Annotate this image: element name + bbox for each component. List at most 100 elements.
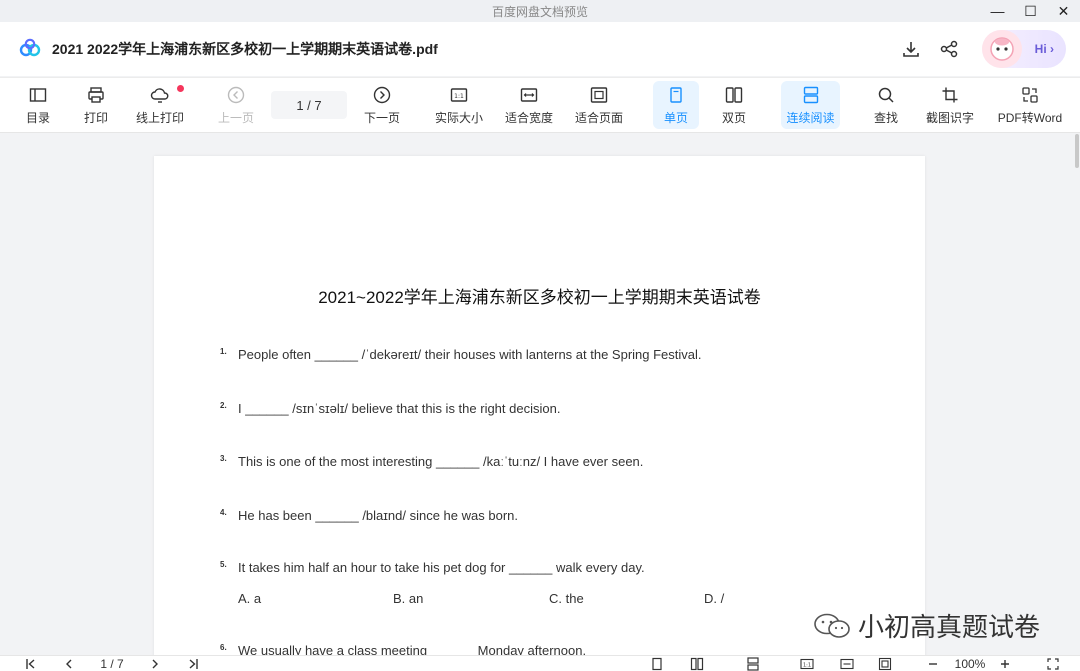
continuous-reading-button[interactable]: 连续阅读 [781,81,840,129]
pdf-to-word-label: PDF转Word [997,110,1063,125]
actual-size-icon: 1:1 [800,658,814,670]
zoom-in-button[interactable] [996,656,1014,671]
first-page-button[interactable] [22,656,40,671]
page-number-input[interactable]: 1 / 7 [271,91,347,119]
fit-width-icon [520,87,538,102]
find-button[interactable]: 查找 [866,81,906,129]
prev-page-label: 上一页 [217,110,254,125]
wechat-icon [814,613,850,638]
single-page-icon [652,657,662,671]
fit-width-button[interactable]: 适合宽度 [502,81,556,129]
assistant-button[interactable]: Hi › [982,30,1066,68]
chevron-right-icon: › [1046,42,1054,56]
continuous-reading-icon [747,657,759,671]
double-page-label: 双页 [721,110,746,125]
document-header: 2021 2022学年上海浦东新区多校初一上学期期末英语试卷.pdf Hi › [0,22,1080,76]
last-page-button[interactable] [184,656,202,671]
assistant-avatar-icon [982,30,1022,68]
question-number: 1. [220,347,227,356]
single-page-bottom-button[interactable] [648,656,666,671]
question-item: 5. It takes him half an hour to take his … [220,560,645,575]
notification-dot [177,85,184,92]
printer-icon [88,86,104,103]
question-number: 4. [220,508,227,517]
ocr-label: 截图识字 [925,110,974,125]
toc-icon [29,87,47,102]
actual-size-button[interactable]: 1:1 实际大小 [432,81,486,129]
ocr-button[interactable]: 截图识字 [922,81,978,129]
online-print-label: 线上打印 [135,110,184,125]
download-icon [903,42,919,57]
next-page-label: 下一页 [363,110,400,125]
search-icon [878,87,894,103]
fit-page-label: 适合页面 [574,110,623,125]
share-button[interactable] [930,28,968,70]
single-page-icon [670,86,682,103]
single-page-button[interactable]: 单页 [653,81,699,129]
fullscreen-icon [1047,658,1059,670]
next-page-bottom-button[interactable] [146,656,164,671]
question-item: 1. People often ______ /ˈdekəreɪt/ their … [220,347,702,362]
question-text: People often ______ /ˈdekəreɪt/ their ho… [238,347,702,362]
window-title-bar: 百度网盘文档预览 — ☐ ✕ [0,0,1080,22]
fit-page-bottom-button[interactable] [876,656,894,671]
question-text: I ______ /sɪnˈsɪəlɪ/ believe that this i… [238,401,561,416]
close-icon[interactable]: ✕ [1047,0,1080,22]
option-d: D. / [704,591,725,606]
fullscreen-button[interactable] [1044,656,1062,671]
next-page-button[interactable]: 下一页 [360,81,404,129]
svg-text:1:1: 1:1 [803,663,811,669]
baidu-netdisk-logo [19,38,41,57]
watermark: 小初高真题试卷 [812,607,1040,644]
assistant-label: Hi [1034,42,1047,56]
question-text: We usually have a class meeting ______ M… [238,643,587,655]
option-a: A. a [238,591,262,606]
question-text: This is one of the most interesting ____… [238,454,644,469]
question-item: 2. I ______ /sɪnˈsɪəlɪ/ believe that this… [220,401,560,416]
question-item: 6. We usually have a class meeting ______… [220,643,586,655]
question-item: 3. This is one of the most interesting __… [220,454,643,469]
zoom-out-button[interactable] [924,656,942,671]
double-page-button[interactable]: 双页 [712,81,756,129]
question-text: He has been ______ /blaɪnd/ since he was… [238,508,518,523]
actual-size-label: 实际大小 [434,110,483,125]
pdf-to-word-button[interactable]: PDF转Word [994,81,1066,129]
continuous-bottom-button[interactable] [744,656,762,671]
find-label: 查找 [873,110,898,125]
document-title: 2021 2022学年上海浦东新区多校初一上学期期末英语试卷.pdf [52,41,438,57]
prev-page-bottom-button[interactable] [60,656,78,671]
cloud-print-icon [150,87,169,103]
scroll-thumb[interactable] [1075,134,1079,168]
option-c: C. the [549,591,584,606]
fit-width-bottom-button[interactable] [838,656,856,671]
svg-text:1:1: 1:1 [454,93,464,100]
prev-page-button[interactable]: 上一页 [214,81,258,129]
double-page-icon [690,657,704,671]
print-button[interactable]: 打印 [76,81,116,129]
zoom-level[interactable]: 100% [950,656,990,671]
question-number: 3. [220,454,227,463]
download-button[interactable] [892,28,930,70]
minimize-icon[interactable]: — [981,0,1014,22]
fit-page-button[interactable]: 适合页面 [572,81,626,129]
online-print-button[interactable]: 线上打印 [134,81,186,129]
convert-icon [1022,86,1038,103]
question-number: 6. [220,643,227,652]
toc-button[interactable]: 目录 [18,81,58,129]
chevron-right-icon [152,659,158,669]
maximize-icon[interactable]: ☐ [1014,0,1047,22]
vertical-scrollbar[interactable] [1074,134,1080,655]
window-controls: — ☐ ✕ [981,0,1080,22]
watermark-text: 小初高真题试卷 [858,613,1041,643]
window-title: 百度网盘文档预览 [491,4,588,19]
double-page-bottom-button[interactable] [688,656,706,671]
fit-page-icon [590,86,608,103]
continuous-reading-icon [803,86,818,103]
document-viewport[interactable]: 2021~2022学年上海浦东新区多校初一上学期期末英语试卷 1. People … [0,134,1080,655]
option-b: B. an [393,591,424,606]
bottom-page-indicator[interactable]: 1 / 7 [90,656,134,671]
actual-size-icon: 1:1 [450,87,468,102]
header-actions: Hi › [892,28,1066,70]
actual-size-bottom-button[interactable]: 1:1 [798,656,816,671]
fit-page-icon [878,657,892,671]
